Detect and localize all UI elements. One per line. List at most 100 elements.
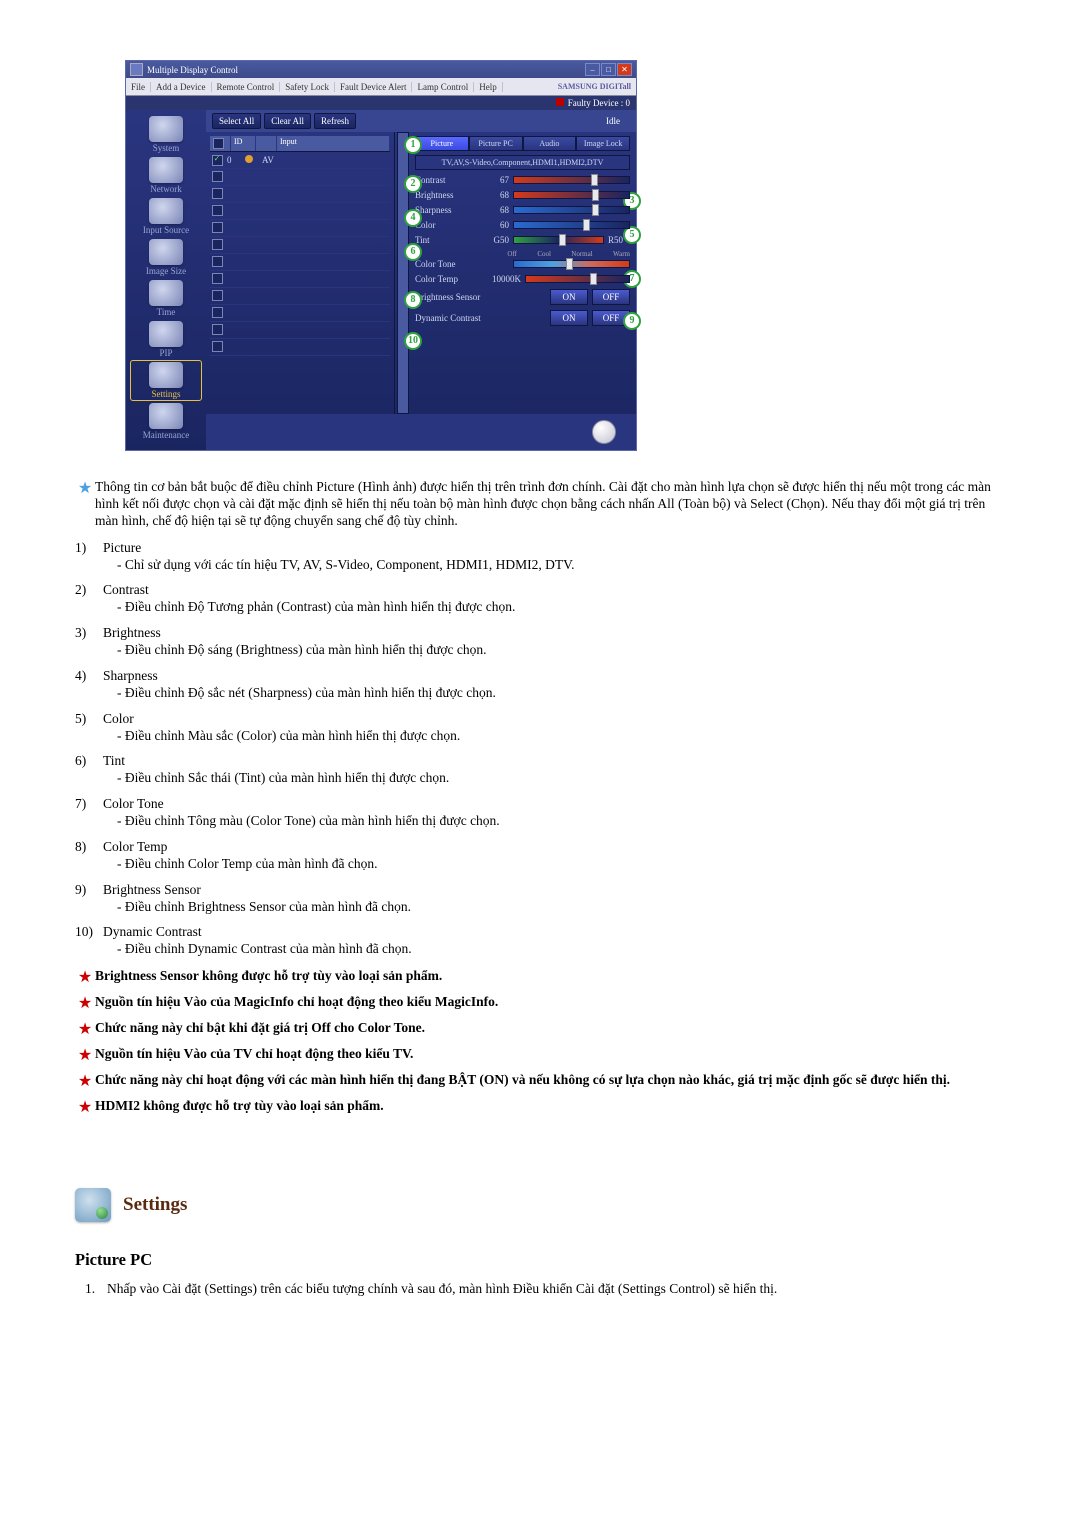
table-row[interactable] [210, 169, 390, 186]
table-row[interactable] [210, 186, 390, 203]
star-icon: ★ [75, 1020, 95, 1040]
brand-label: SAMSUNG DIGITall [553, 82, 636, 91]
brightness-sensor-off[interactable]: OFF [592, 289, 630, 305]
row-checkbox[interactable] [210, 341, 224, 354]
scrollbar[interactable] [397, 132, 409, 414]
row-checkbox[interactable] [210, 222, 224, 235]
tab-image-lock[interactable]: Image Lock [576, 136, 630, 151]
app-window: Multiple Display Control – □ ✕ File Add … [125, 60, 637, 451]
refresh-button[interactable]: Refresh [314, 113, 356, 129]
network-icon [149, 157, 183, 183]
table-row[interactable] [210, 271, 390, 288]
image-size-icon [149, 239, 183, 265]
note-text: HDMI2 không được hỗ trợ tùy vào loại sản… [95, 1098, 1005, 1118]
row-checkbox[interactable] [210, 171, 224, 184]
star-icon: ★ [75, 994, 95, 1014]
table-row[interactable] [210, 220, 390, 237]
note-text: Chức năng này chỉ hoạt động với các màn … [95, 1072, 1005, 1092]
time-icon [149, 280, 183, 306]
device-table: ID Input 0 AV [206, 132, 395, 414]
menu-add-device[interactable]: Add a Device [151, 82, 211, 92]
menu-fault-alert[interactable]: Fault Device Alert [335, 82, 412, 92]
sidebar: System Network Input Source Image Size T… [126, 110, 206, 450]
window-title: Multiple Display Control [147, 65, 238, 75]
color-value: 60 [487, 220, 513, 230]
menu-remote-control[interactable]: Remote Control [212, 82, 281, 92]
sidebar-item-image-size[interactable]: Image Size [126, 239, 206, 276]
sidebar-item-settings[interactable]: Settings [126, 362, 206, 399]
row-checkbox[interactable] [210, 239, 224, 252]
sharpness-slider[interactable] [513, 206, 630, 214]
note-text: Nguồn tín hiệu Vào của TV chỉ hoạt động … [95, 1046, 1005, 1066]
footer-strip [206, 414, 636, 450]
color-temp-slider[interactable] [525, 275, 630, 283]
tab-picture[interactable]: Picture [415, 136, 469, 151]
brightness-row: Brightness 68 [415, 190, 630, 200]
table-row[interactable] [210, 339, 390, 356]
callout-8: 8 [404, 291, 422, 309]
menu-help[interactable]: Help [474, 82, 503, 92]
note-text: Chức năng này chỉ bật khi đặt giá trị Of… [95, 1020, 1005, 1040]
row-checkbox[interactable] [210, 188, 224, 201]
table-row[interactable] [210, 254, 390, 271]
brightness-slider[interactable] [513, 191, 630, 199]
table-row[interactable] [210, 237, 390, 254]
maximize-button[interactable]: □ [601, 63, 616, 76]
menu-lamp-control[interactable]: Lamp Control [412, 82, 474, 92]
toolbar: Select All Clear All Refresh Idle [206, 110, 636, 132]
sidebar-item-maintenance[interactable]: Maintenance [126, 403, 206, 440]
color-temp-value: 10000K [487, 274, 525, 284]
sidebar-item-pip[interactable]: PIP [126, 321, 206, 358]
color-tone-slider[interactable] [513, 260, 630, 268]
menu-file[interactable]: File [126, 82, 151, 92]
tab-audio[interactable]: Audio [523, 136, 577, 151]
fault-indicator-icon [556, 98, 564, 106]
menu-safety-lock[interactable]: Safety Lock [280, 82, 335, 92]
color-slider[interactable] [513, 221, 630, 229]
row-checkbox[interactable] [210, 205, 224, 218]
minimize-button[interactable]: – [585, 63, 600, 76]
clear-all-button[interactable]: Clear All [264, 113, 311, 129]
step-item: 1. Nhấp vào Cài đặt (Settings) trên các … [85, 1281, 1005, 1298]
row-checkbox[interactable] [210, 324, 224, 337]
callout-6: 6 [404, 243, 422, 261]
header-checkbox[interactable] [213, 138, 224, 149]
document-body: ★ Thông tin cơ bản bắt buộc để điều chỉn… [75, 479, 1005, 1298]
info-icon[interactable] [592, 420, 616, 444]
tab-picture-pc[interactable]: Picture PC [469, 136, 523, 151]
row-checkbox[interactable] [210, 273, 224, 286]
table-row[interactable] [210, 288, 390, 305]
settings-icon [149, 362, 183, 388]
settings-section-icon [75, 1188, 111, 1222]
table-row[interactable] [210, 203, 390, 220]
sidebar-item-network[interactable]: Network [126, 157, 206, 194]
main-pane: Select All Clear All Refresh Idle ID Inp… [206, 110, 636, 450]
dynamic-contrast-on[interactable]: ON [550, 310, 588, 326]
close-button[interactable]: ✕ [617, 63, 632, 76]
table-row[interactable] [210, 322, 390, 339]
sidebar-item-time[interactable]: Time [126, 280, 206, 317]
contrast-value: 67 [487, 175, 513, 185]
color-temp-row: Color Temp 10000K [415, 274, 630, 284]
row-checkbox[interactable] [210, 290, 224, 303]
table-row[interactable]: 0 AV [210, 152, 390, 169]
intro-text: Thông tin cơ bản bắt buộc để điều chỉnh … [95, 479, 1005, 530]
callout-1: 1 [404, 136, 422, 154]
row-checkbox[interactable] [210, 307, 224, 320]
row-checkbox[interactable] [210, 256, 224, 269]
brightness-sensor-on[interactable]: ON [550, 289, 588, 305]
sidebar-item-system[interactable]: System [126, 116, 206, 153]
select-all-button[interactable]: Select All [212, 113, 261, 129]
star-icon: ★ [75, 968, 95, 988]
contrast-slider[interactable] [513, 176, 630, 184]
sidebar-item-input-source[interactable]: Input Source [126, 198, 206, 235]
maintenance-icon [149, 403, 183, 429]
section-title: Settings [123, 1193, 187, 1217]
pip-icon [149, 321, 183, 347]
table-row[interactable] [210, 305, 390, 322]
numbered-list: 1)Picture- Chỉ sử dụng với các tín hiệu … [75, 540, 1005, 959]
row-checkbox[interactable] [210, 155, 224, 166]
signal-list: TV,AV,S-Video,Component,HDMI1,HDMI2,DTV [415, 155, 630, 170]
note-text: Brightness Sensor không được hỗ trợ tùy … [95, 968, 1005, 988]
tint-slider[interactable] [513, 236, 604, 244]
